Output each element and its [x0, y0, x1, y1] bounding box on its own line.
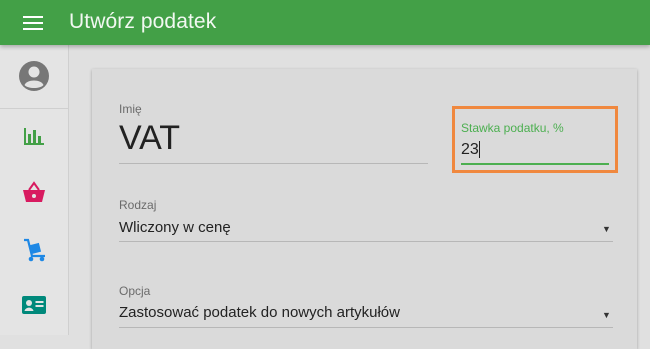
- type-label: Rodzaj: [119, 198, 157, 212]
- sidebar-item-customers[interactable]: [18, 289, 50, 321]
- sidebar-account-section: [0, 45, 68, 109]
- tax-rate-label: Stawka podatku, %: [461, 121, 564, 135]
- name-underline: [119, 163, 428, 164]
- bar-chart-icon: [24, 128, 44, 145]
- account-circle-icon: [19, 61, 49, 91]
- type-dropdown-arrow-icon[interactable]: ▼: [602, 224, 611, 234]
- sidebar-item-reports[interactable]: [18, 120, 50, 152]
- page-title: Utwórz podatek: [69, 10, 217, 33]
- type-underline: [119, 241, 613, 242]
- menu-button[interactable]: [14, 11, 52, 35]
- option-dropdown-arrow-icon[interactable]: ▼: [602, 310, 611, 320]
- tax-rate-input[interactable]: [461, 139, 609, 161]
- hand-truck-icon: [24, 238, 45, 262]
- sidebar-item-sales[interactable]: [18, 177, 50, 209]
- contact-card-icon: [22, 296, 46, 314]
- option-underline: [119, 327, 613, 328]
- app-bar: Utwórz podatek: [0, 0, 650, 45]
- tax-rate-field-highlight: Stawka podatku, %: [452, 106, 618, 173]
- name-field[interactable]: VAT: [119, 119, 180, 158]
- type-select[interactable]: Wliczony w cenę: [119, 219, 231, 236]
- sidebar-item-inventory[interactable]: [18, 234, 50, 266]
- shopping-basket-icon: [23, 181, 45, 202]
- menu-icon: [23, 16, 43, 30]
- sidebar: [0, 45, 69, 335]
- sidebar-item-account[interactable]: [18, 60, 50, 92]
- option-select[interactable]: Zastosować podatek do nowych artykułów: [119, 304, 400, 321]
- text-caret: [479, 141, 480, 158]
- name-label: Imię: [119, 102, 142, 116]
- option-label: Opcja: [119, 284, 151, 298]
- tax-rate-underline: [461, 163, 609, 165]
